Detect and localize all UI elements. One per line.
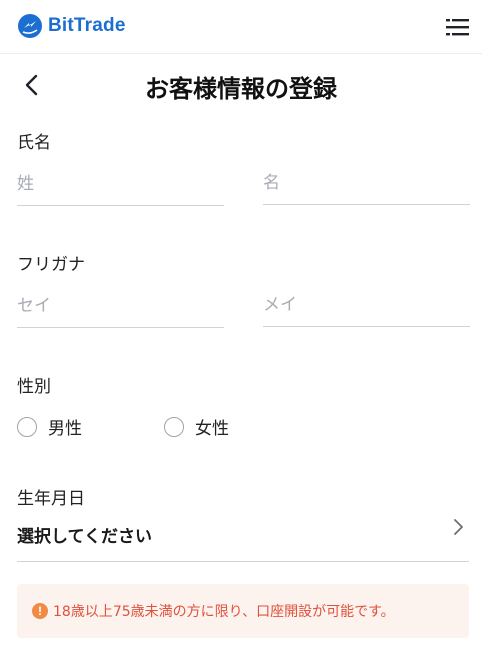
gender-option-female[interactable]: 女性 — [164, 414, 229, 439]
last-name-kana-field[interactable] — [17, 288, 224, 328]
app-header: BitTrade — [0, 0, 482, 54]
first-name-kana-field[interactable] — [263, 287, 470, 327]
warning-icon: ! — [32, 603, 48, 619]
chevron-right-icon — [454, 519, 463, 535]
name-label: 氏名 — [17, 133, 51, 153]
title-bar: お客様情報の登録 — [0, 55, 482, 115]
bittrade-logo-icon — [18, 14, 42, 38]
radio-unchecked-icon[interactable] — [164, 416, 184, 437]
brand-name: BitTrade — [48, 15, 126, 36]
gender-option-label: 男性 — [48, 419, 82, 439]
birthdate-value: 選択してください — [17, 527, 152, 547]
notice-text: 18歳以上75歳未満の方に限り、口座開設が可能です。 — [53, 604, 395, 620]
menu-icon[interactable] — [446, 14, 470, 40]
last-name-field[interactable] — [17, 166, 224, 206]
first-name-input[interactable] — [263, 173, 470, 193]
first-name-field[interactable] — [263, 165, 470, 205]
gender-label: 性別 — [17, 377, 51, 397]
radio-unchecked-icon[interactable] — [17, 416, 37, 437]
last-name-input[interactable] — [17, 174, 224, 194]
page-title: お客様情報の登録 — [145, 75, 337, 103]
gender-option-label: 女性 — [195, 419, 229, 439]
first-name-kana-input[interactable] — [263, 295, 470, 315]
last-name-kana-input[interactable] — [17, 296, 224, 316]
birthdate-label: 生年月日 — [17, 489, 85, 509]
birthdate-select[interactable]: 選択してください — [17, 514, 469, 562]
brand-logo[interactable]: BitTrade — [17, 12, 126, 40]
age-notice: ! 18歳以上75歳未満の方に限り、口座開設が可能です。 — [17, 584, 469, 638]
gender-option-male[interactable]: 男性 — [17, 414, 82, 439]
kana-label: フリガナ — [17, 255, 85, 275]
